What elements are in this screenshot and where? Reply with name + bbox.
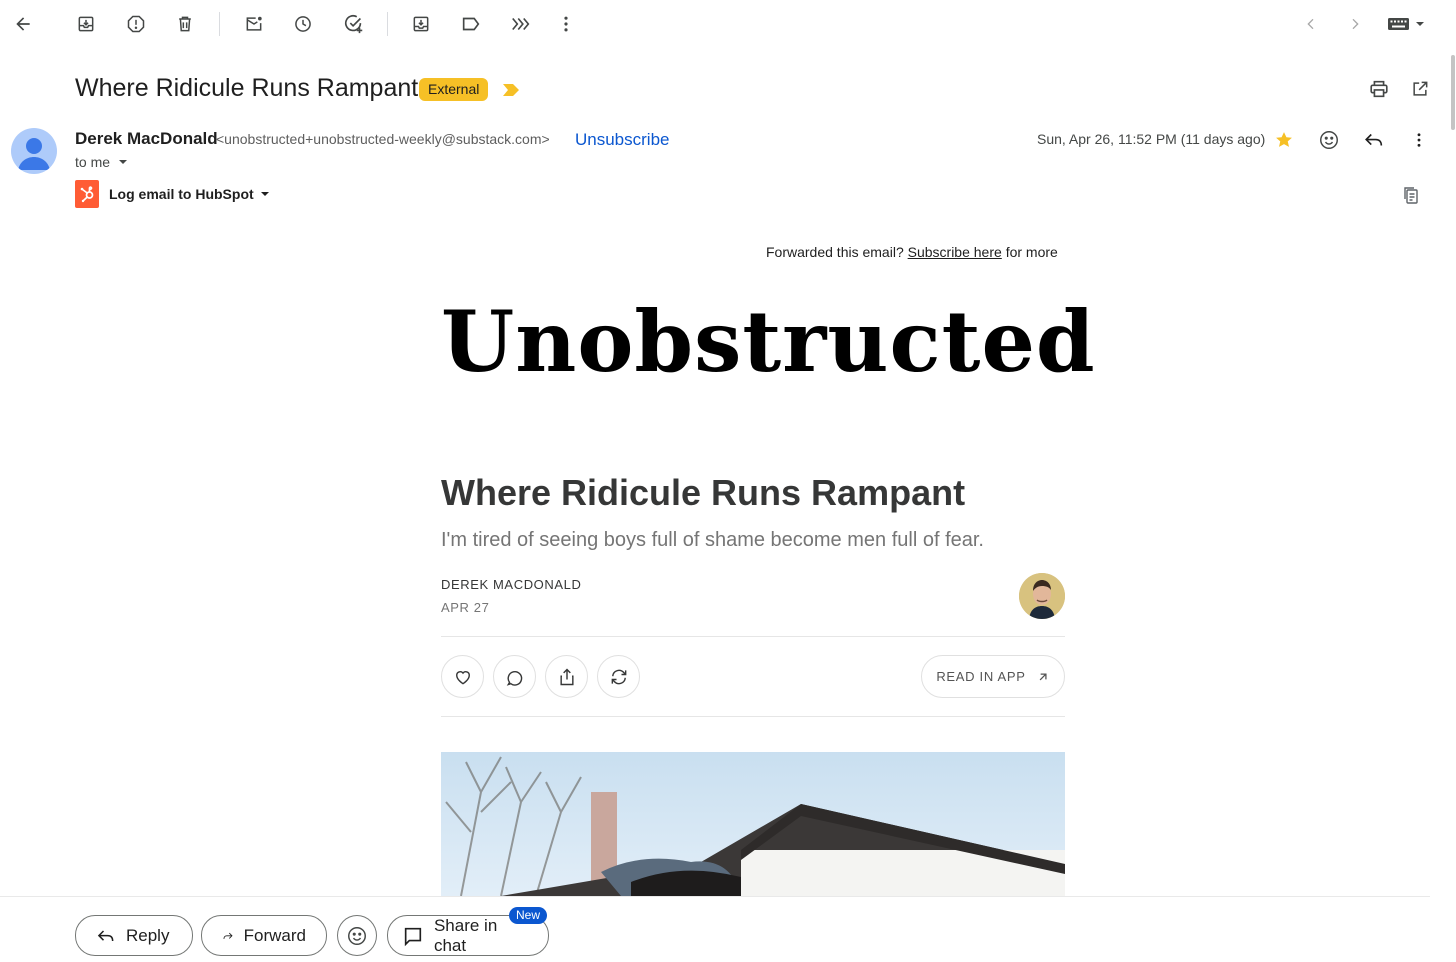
report-spam-icon[interactable]	[120, 8, 152, 40]
read-in-app-label: READ IN APP	[936, 669, 1026, 684]
recipient-details[interactable]: to me	[75, 154, 130, 170]
post-subtitle: I'm tired of seeing boys full of shame b…	[441, 529, 984, 551]
post-date: APR 27	[441, 600, 490, 615]
back-arrow-icon[interactable]	[7, 8, 39, 40]
divider	[441, 636, 1065, 637]
sender-avatar[interactable]	[11, 128, 57, 174]
arrow-up-right-icon	[1039, 672, 1047, 680]
reply-icon	[97, 929, 114, 941]
hubspot-log-button[interactable]: Log email to HubSpot	[109, 186, 271, 202]
chat-icon	[404, 927, 422, 946]
hubspot-logo-icon[interactable]	[75, 180, 99, 208]
post-author[interactable]: DEREK MACDONALD	[441, 577, 581, 592]
older-chevron-icon[interactable]	[1295, 8, 1327, 40]
newsletter-masthead[interactable]: Unobstructed	[441, 292, 1095, 391]
forwarded-notice: Forwarded this email? Subscribe here for…	[766, 244, 1058, 260]
new-badge: New	[509, 907, 548, 924]
share-icon	[559, 667, 574, 685]
heart-icon	[455, 670, 470, 684]
snooze-icon[interactable]	[287, 8, 319, 40]
filter-messages-icon[interactable]	[505, 8, 537, 40]
open-new-window-icon[interactable]	[1405, 74, 1435, 104]
importance-marker-icon[interactable]	[503, 83, 519, 101]
forward-label: Forward	[243, 925, 306, 945]
external-label-badge[interactable]: External	[419, 78, 489, 101]
forward-button[interactable]: Forward	[201, 915, 327, 956]
move-to-icon[interactable]	[405, 8, 437, 40]
emoji-icon	[348, 926, 366, 945]
add-to-tasks-icon[interactable]	[338, 8, 370, 40]
reply-button[interactable]: Reply	[75, 915, 193, 956]
labels-icon[interactable]	[455, 8, 487, 40]
reply-label: Reply	[126, 925, 170, 945]
sender-name[interactable]: Derek MacDonald	[75, 129, 218, 149]
chevron-down-icon	[118, 160, 127, 164]
post-title[interactable]: Where Ridicule Runs Rampant	[441, 472, 965, 514]
mark-unread-icon[interactable]	[238, 8, 270, 40]
author-avatar[interactable]	[1019, 573, 1065, 619]
like-button[interactable]	[441, 655, 484, 698]
hubspot-label: Log email to HubSpot	[109, 186, 254, 202]
comment-icon	[506, 670, 522, 686]
unsubscribe-link[interactable]: Unsubscribe	[575, 130, 670, 150]
star-icon[interactable]	[1270, 126, 1298, 154]
comment-button[interactable]	[493, 655, 536, 698]
forward-prefix: Forwarded this email?	[766, 244, 904, 260]
sender-email: <unobstructed+unobstructed-weekly@substa…	[216, 131, 550, 147]
read-in-app-button[interactable]: READ IN APP	[921, 655, 1065, 698]
restack-icon	[611, 669, 626, 684]
keyboard-icon[interactable]	[1384, 8, 1428, 40]
recipient-label: to me	[75, 154, 111, 170]
delete-icon[interactable]	[169, 8, 201, 40]
forward-icon	[223, 932, 233, 939]
copy-icon[interactable]	[1399, 183, 1423, 207]
forward-suffix: for more	[1005, 244, 1058, 260]
post-hero-image[interactable]	[441, 752, 1065, 896]
archive-icon[interactable]	[70, 8, 102, 40]
emoji-reaction-button[interactable]	[337, 915, 377, 956]
chevron-down-icon	[260, 192, 269, 196]
email-date: Sun, Apr 26, 11:52 PM (11 days ago)	[1037, 131, 1266, 147]
share-button[interactable]	[545, 655, 588, 698]
emoji-reaction-icon[interactable]	[1315, 126, 1343, 154]
subscribe-here-link[interactable]: Subscribe here	[908, 244, 1002, 260]
more-vertical-icon[interactable]	[550, 8, 582, 40]
scrollbar-thumb[interactable]	[1451, 55, 1455, 130]
divider	[441, 716, 1065, 717]
newer-chevron-icon[interactable]	[1339, 8, 1371, 40]
print-icon[interactable]	[1364, 74, 1394, 104]
more-vertical-icon[interactable]	[1405, 126, 1433, 154]
reply-icon[interactable]	[1360, 126, 1388, 154]
email-subject: Where Ridicule Runs Rampant	[75, 74, 419, 102]
restack-button[interactable]	[597, 655, 640, 698]
